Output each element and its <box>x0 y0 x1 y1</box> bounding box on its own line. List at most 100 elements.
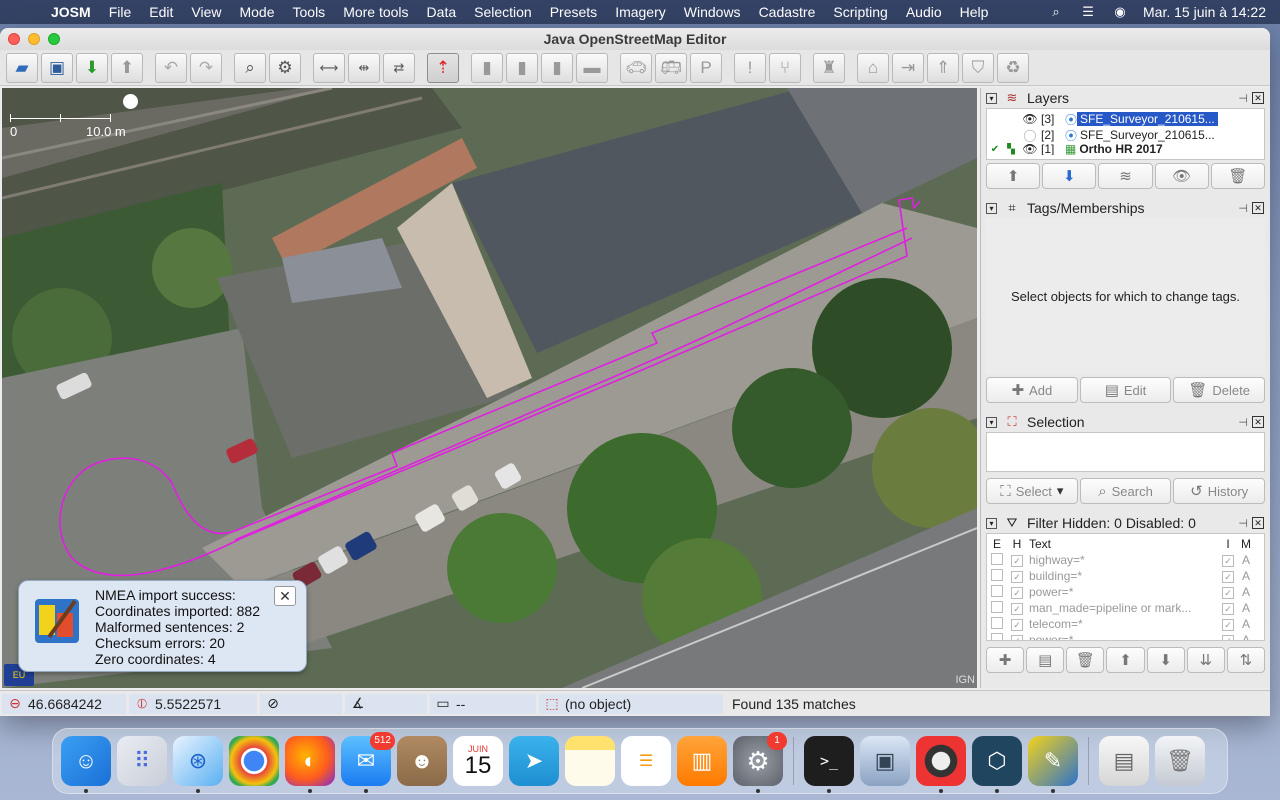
filter-row[interactable]: ✓ building=* ✓ A <box>987 568 1264 584</box>
panel-close-icon[interactable]: ✕ <box>1252 202 1264 214</box>
preset-shield-button[interactable]: ⛉ <box>962 52 994 83</box>
search-button[interactable]: ⌕ Search <box>1079 478 1172 504</box>
collapse-icon[interactable]: ▾ <box>986 202 997 214</box>
hide-checkbox[interactable]: ✓ <box>1011 587 1023 599</box>
map-view[interactable]: 0 10.0 m EU IGN NMEA import success: Coo… <box>2 88 977 688</box>
pin-icon[interactable]: ⊣ <box>1238 92 1248 105</box>
enable-checkbox[interactable] <box>991 632 1003 640</box>
reverse-way-button[interactable]: ⇄ <box>383 52 415 83</box>
preferences-button[interactable]: ⚙ <box>269 52 301 83</box>
move-layer-up-button[interactable]: ⬆ <box>986 163 1041 189</box>
collapse-icon[interactable]: ▾ <box>986 517 997 529</box>
pin-icon[interactable]: ⊣ <box>1238 416 1248 429</box>
history-button[interactable]: ↺ History <box>1173 478 1266 504</box>
preset-road-3-button[interactable]: ▮ <box>541 52 573 83</box>
window-close-button[interactable] <box>8 33 20 45</box>
redo-button[interactable]: ↷ <box>190 52 222 83</box>
hide-checkbox[interactable]: ✓ <box>1011 619 1023 631</box>
dock-documents[interactable]: ▤ <box>1099 736 1149 786</box>
imagery-attribution[interactable]: IGN <box>955 674 975 686</box>
collapse-icon[interactable]: ▾ <box>986 92 997 104</box>
distance-field[interactable]: ▭ -- <box>430 693 536 714</box>
pin-icon[interactable]: ⊣ <box>1238 202 1248 215</box>
improve-way-button[interactable]: ⇡ <box>427 52 459 83</box>
filter-row[interactable]: ✓ highway=* ✓ A <box>987 552 1264 568</box>
siri-icon[interactable]: ◉ <box>1111 4 1129 19</box>
menu-mode[interactable]: Mode <box>230 4 283 20</box>
move-filter-down-button[interactable]: ⬇ <box>1146 647 1185 673</box>
preset-parking-button[interactable]: P <box>690 52 722 83</box>
control-center-icon[interactable]: ☰ <box>1079 4 1097 19</box>
dock-trash[interactable]: 🗑︎ <box>1155 736 1205 786</box>
delete-tag-button[interactable]: 🗑︎ Delete <box>1173 377 1266 403</box>
dock-shortcuts[interactable]: ⬡ <box>972 736 1022 793</box>
move-filter-up-button[interactable]: ⬆ <box>1106 647 1145 673</box>
open-file-button[interactable]: ▰ <box>6 52 38 83</box>
dock-terminal[interactable]: >_ <box>804 736 854 793</box>
preset-car-button[interactable]: 🚗︎ <box>620 52 652 83</box>
hide-checkbox[interactable]: ✓ <box>1011 603 1023 615</box>
dock-calendar[interactable]: JUIN 15 <box>453 736 503 786</box>
selection-panel-header[interactable]: ▾ ⛶ Selection ⊣ ✕ <box>981 412 1270 432</box>
dock-telegram[interactable]: ➤ <box>509 736 559 786</box>
dock-josm[interactable]: ✎ <box>1028 736 1078 793</box>
dock-preview[interactable]: ▣ <box>860 736 910 786</box>
filter-row[interactable]: ✓ power=* ✓ A <box>987 584 1264 600</box>
heading-field[interactable]: ⊘ <box>260 693 342 714</box>
activate-layer-button[interactable]: ≋ <box>1098 163 1153 189</box>
menu-selection[interactable]: Selection <box>465 4 541 20</box>
menu-tools[interactable]: Tools <box>284 4 335 20</box>
preset-industrial-button[interactable]: ⌂ <box>857 52 889 83</box>
menubar-clock[interactable]: Mar. 15 juin à 14:22 <box>1143 4 1266 20</box>
delete-layer-button[interactable]: 🗑︎ <box>1210 163 1266 189</box>
enable-checkbox[interactable] <box>991 600 1003 613</box>
dock-contacts[interactable]: ☻ <box>397 736 447 786</box>
preset-road-2-button[interactable]: ▮ <box>506 52 538 83</box>
notification-close-button[interactable]: ✕ <box>274 586 296 606</box>
enable-checkbox[interactable] <box>991 552 1003 565</box>
delete-filter-button[interactable]: 🗑︎ <box>1066 647 1105 673</box>
dock-reminders[interactable]: ☰ <box>621 736 671 786</box>
zoom-slider-knob[interactable] <box>123 94 138 109</box>
menu-scripting[interactable]: Scripting <box>824 4 896 20</box>
menu-windows[interactable]: Windows <box>675 4 750 20</box>
filter-row[interactable]: ✓ man_made=pipeline or mark... ✓ A <box>987 600 1264 616</box>
sort-filter-button[interactable]: ⇊ <box>1186 647 1225 673</box>
window-minimize-button[interactable] <box>28 33 40 45</box>
filter-row[interactable]: ✓ power=* ✓ A <box>987 632 1264 640</box>
dock-safari[interactable]: ⊛ <box>173 736 223 793</box>
layers-panel-header[interactable]: ▾ ≋ Layers ⊣ ✕ <box>981 88 1270 108</box>
edit-filter-button[interactable]: ▤ <box>1026 647 1065 673</box>
add-filter-button[interactable]: ✚ <box>986 647 1025 673</box>
menu-presets[interactable]: Presets <box>541 4 606 20</box>
preset-bus-button[interactable]: 🚌︎ <box>655 52 687 83</box>
latitude-field[interactable]: ⊖ 46.6684242 <box>2 693 126 714</box>
select-button[interactable]: ⛶ Select ▾ <box>986 478 1078 504</box>
preset-landmark-button[interactable]: ⇑ <box>927 52 959 83</box>
preset-entrance-button[interactable]: ⇥ <box>892 52 924 83</box>
panel-close-icon[interactable]: ✕ <box>1252 92 1264 104</box>
zoom-button[interactable]: ⌕ <box>234 52 266 83</box>
panel-close-icon[interactable]: ✕ <box>1252 416 1264 428</box>
preset-restaurant-button[interactable]: ⑂ <box>769 52 801 83</box>
window-zoom-button[interactable] <box>48 33 60 45</box>
hidden-eye-icon[interactable]: ◯ <box>1019 128 1041 142</box>
dock-books[interactable]: ▥ <box>677 736 727 786</box>
preset-castle-button[interactable]: ♜ <box>813 52 845 83</box>
combine-way-button[interactable]: ⇹ <box>348 52 380 83</box>
selection-list[interactable] <box>986 432 1265 472</box>
angle-field[interactable]: ∡ <box>345 693 427 714</box>
undo-button[interactable]: ↶ <box>155 52 187 83</box>
dock-launchpad[interactable]: ⠿ <box>117 736 167 786</box>
pin-icon[interactable]: ⊣ <box>1238 517 1248 530</box>
hide-checkbox[interactable]: ✓ <box>1011 555 1023 567</box>
longitude-field[interactable]: ⦶ 5.5522571 <box>129 693 257 714</box>
save-button[interactable]: ▣ <box>41 52 73 83</box>
collapse-icon[interactable]: ▾ <box>986 416 997 428</box>
preset-road-1-button[interactable]: ▮ <box>471 52 503 83</box>
menu-app-josm[interactable]: JOSM <box>42 4 100 20</box>
inverted-checkbox[interactable]: ✓ <box>1222 603 1234 615</box>
spotlight-search-icon[interactable]: ⌕ <box>1047 4 1065 19</box>
visibility-eye-icon[interactable]: 👁︎ <box>1019 143 1041 155</box>
map-scale-bar[interactable]: 0 10.0 m <box>10 94 150 139</box>
